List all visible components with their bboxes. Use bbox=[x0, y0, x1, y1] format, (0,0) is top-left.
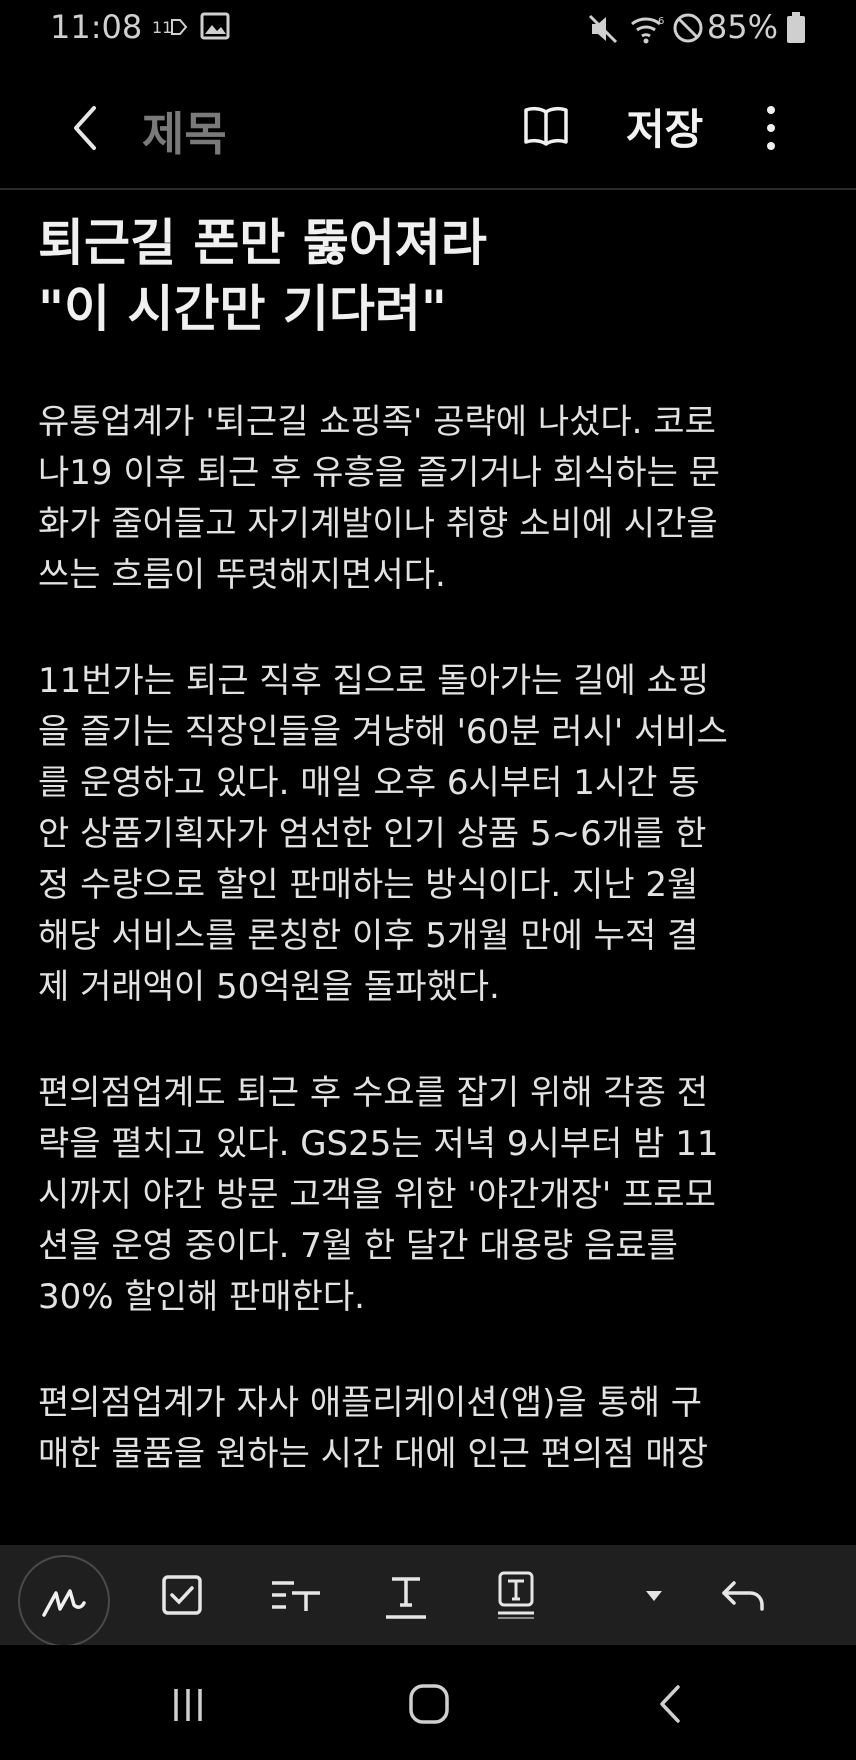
text-format-icon[interactable] bbox=[264, 1563, 328, 1627]
app-bar-divider bbox=[0, 188, 856, 190]
checkbox-icon[interactable] bbox=[150, 1563, 214, 1627]
mute-icon bbox=[588, 14, 618, 44]
wifi-icon: 6 bbox=[631, 16, 664, 44]
text-underline-icon[interactable] bbox=[374, 1563, 438, 1627]
note-body[interactable]: 퇴근길 폰만 뚫어져라 "이 시간만 기다려" 유통업계가 '퇴근길 쇼핑족' … bbox=[38, 210, 828, 1545]
save-button[interactable]: 저장 bbox=[626, 96, 703, 157]
note-headline: 퇴근길 폰만 뚫어져라 "이 시간만 기다려" bbox=[38, 214, 487, 338]
pen-tool-button[interactable] bbox=[18, 1555, 110, 1647]
home-icon[interactable] bbox=[406, 1681, 452, 1727]
dropdown-icon[interactable] bbox=[622, 1563, 686, 1627]
back-icon[interactable] bbox=[64, 98, 114, 158]
dnd-icon bbox=[673, 13, 703, 43]
note-paragraph: 편의점업계가 자사 애플리케이션(앱)을 통해 구 매한 물품을 원하는 시간 … bbox=[38, 1383, 708, 1474]
reader-mode-icon[interactable] bbox=[520, 100, 572, 152]
status-bar: 11:08 11 6 85% bbox=[0, 0, 856, 56]
back-nav-icon[interactable] bbox=[650, 1681, 690, 1727]
recent-apps-icon[interactable] bbox=[166, 1683, 210, 1727]
editing-toolbar bbox=[0, 1545, 856, 1647]
battery-percent: 85% bbox=[706, 8, 778, 46]
pen-icon bbox=[42, 1589, 86, 1617]
note-title-field[interactable]: 제목 bbox=[142, 98, 227, 164]
battery-icon bbox=[787, 12, 805, 43]
more-options-icon[interactable] bbox=[756, 100, 786, 156]
status-time: 11:08 bbox=[50, 8, 143, 46]
note-app-bar: 제목 저장 bbox=[0, 70, 856, 186]
note-paragraph: 유통업계가 '퇴근길 쇼핑족' 공략에 나섰다. 코로 나19 이후 퇴근 후 … bbox=[38, 402, 720, 595]
undo-icon[interactable] bbox=[710, 1563, 774, 1627]
note-paragraph: 편의점업계도 퇴근 후 수요를 잡기 위해 각종 전 략을 펼치고 있다. GS… bbox=[38, 1073, 719, 1317]
svg-text:6: 6 bbox=[658, 16, 664, 27]
text-box-icon[interactable] bbox=[484, 1563, 548, 1627]
notification-icon: 11 bbox=[152, 18, 188, 37]
note-paragraph: 11번가는 퇴근 직후 집으로 돌아가는 길에 쇼핑 을 즐기는 직장인들을 겨… bbox=[38, 661, 728, 1007]
svg-text:11: 11 bbox=[152, 18, 172, 37]
system-nav-bar bbox=[0, 1645, 856, 1760]
gallery-icon bbox=[200, 12, 230, 40]
